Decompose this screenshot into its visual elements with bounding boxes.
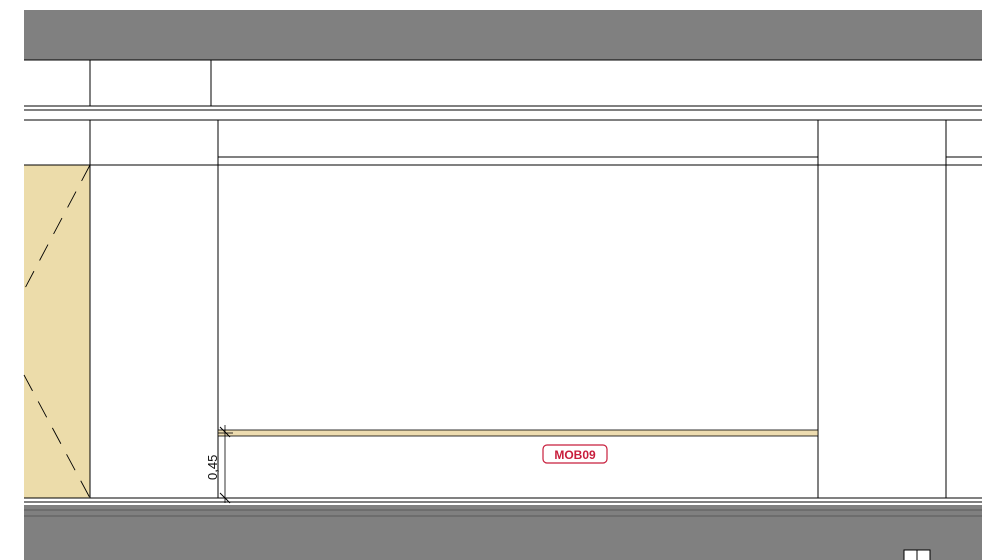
material-panel [24,165,90,498]
furniture-tag-label: MOB09 [554,448,596,462]
dimension-label: 0,45 [205,455,220,480]
elevation-drawing: 0,45 MOB09 [23,10,982,560]
top-section-band [24,10,982,60]
bottom-section-band [24,505,982,560]
shelf-board [217,429,819,437]
panel-icon [903,549,931,560]
